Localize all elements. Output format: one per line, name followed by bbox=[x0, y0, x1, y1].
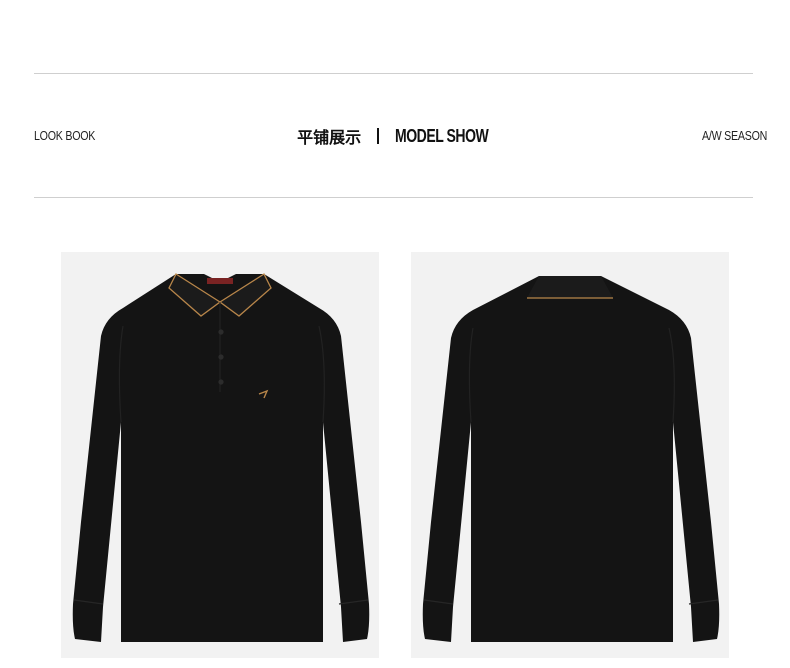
top-divider bbox=[34, 73, 753, 74]
product-image-front[interactable] bbox=[61, 252, 379, 658]
bottom-divider bbox=[34, 197, 753, 198]
title-separator bbox=[377, 128, 380, 144]
product-image-back[interactable] bbox=[411, 252, 729, 658]
polo-shirt-back-illustration bbox=[422, 276, 720, 642]
section-title: 平铺展示 MODEL SHOW bbox=[0, 124, 790, 148]
section-title-cn: 平铺展示 bbox=[297, 128, 362, 147]
section-title-en: MODEL SHOW bbox=[395, 125, 489, 146]
season-label: A/W SEASON bbox=[702, 128, 768, 143]
polo-shirt-front-illustration bbox=[72, 273, 370, 642]
